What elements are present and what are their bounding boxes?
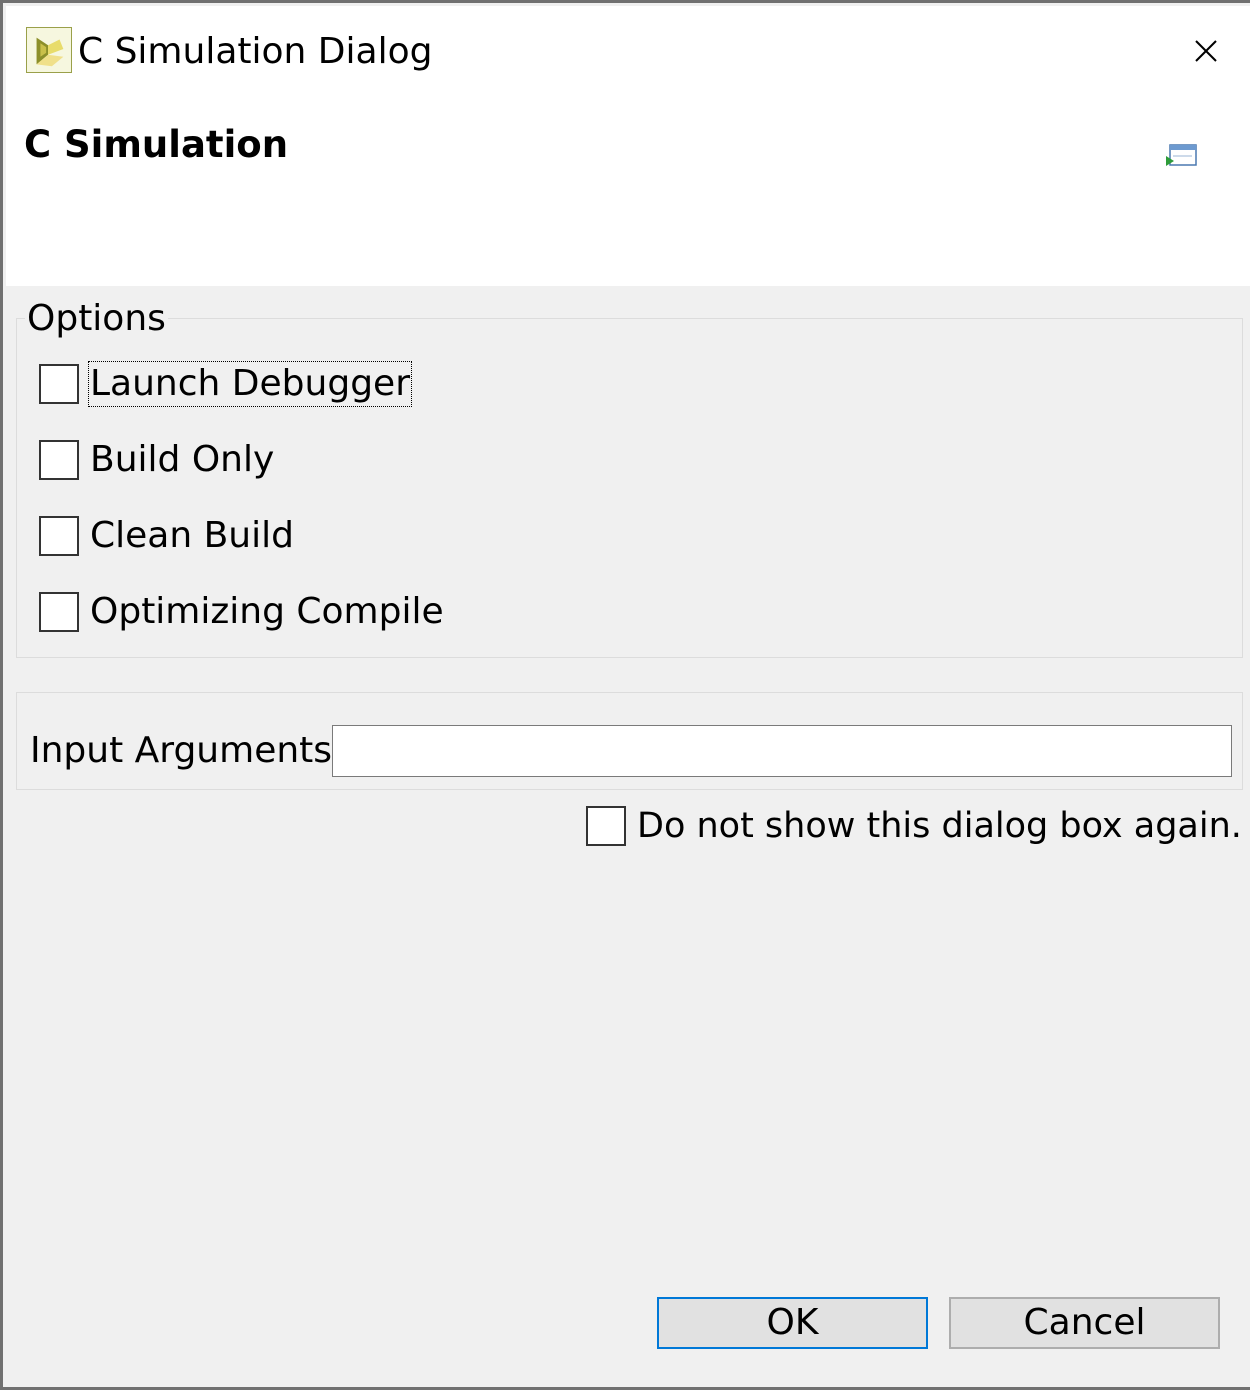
header-banner: C Simulation — [6, 92, 1250, 286]
cancel-button[interactable]: Cancel — [949, 1297, 1220, 1349]
launch-debugger-checkbox[interactable] — [39, 364, 79, 404]
optimizing-compile-option[interactable]: Optimizing Compile — [39, 590, 445, 634]
build-only-checkbox[interactable] — [39, 440, 79, 480]
build-only-label[interactable]: Build Only — [89, 438, 275, 482]
run-window-icon — [1164, 142, 1198, 172]
optimizing-compile-checkbox[interactable] — [39, 592, 79, 632]
options-legend: Options — [25, 295, 168, 343]
dialog-window: C Simulation Dialog C Simulation Options… — [0, 0, 1250, 1390]
do-not-show-checkbox[interactable] — [586, 806, 626, 846]
page-title: C Simulation — [24, 123, 289, 166]
input-arguments-field[interactable] — [332, 725, 1232, 777]
launch-debugger-label[interactable]: Launch Debugger — [88, 361, 412, 407]
clean-build-checkbox[interactable] — [39, 516, 79, 556]
clean-build-option[interactable]: Clean Build — [39, 514, 295, 558]
ok-button[interactable]: OK — [657, 1297, 928, 1349]
optimizing-compile-label[interactable]: Optimizing Compile — [89, 590, 445, 634]
window-title: C Simulation Dialog — [78, 31, 433, 72]
close-button[interactable] — [1178, 26, 1230, 76]
build-only-option[interactable]: Build Only — [39, 438, 275, 482]
title-bar[interactable]: C Simulation Dialog — [6, 6, 1250, 92]
vivado-hls-logo-icon — [26, 27, 72, 73]
close-icon — [1195, 40, 1217, 62]
do-not-show-option[interactable]: Do not show this dialog box again. — [586, 804, 1243, 848]
clean-build-label[interactable]: Clean Build — [89, 514, 295, 558]
launch-debugger-option[interactable]: Launch Debugger — [39, 361, 412, 407]
do-not-show-label[interactable]: Do not show this dialog box again. — [636, 804, 1243, 848]
input-arguments-label: Input Arguments — [30, 730, 333, 771]
